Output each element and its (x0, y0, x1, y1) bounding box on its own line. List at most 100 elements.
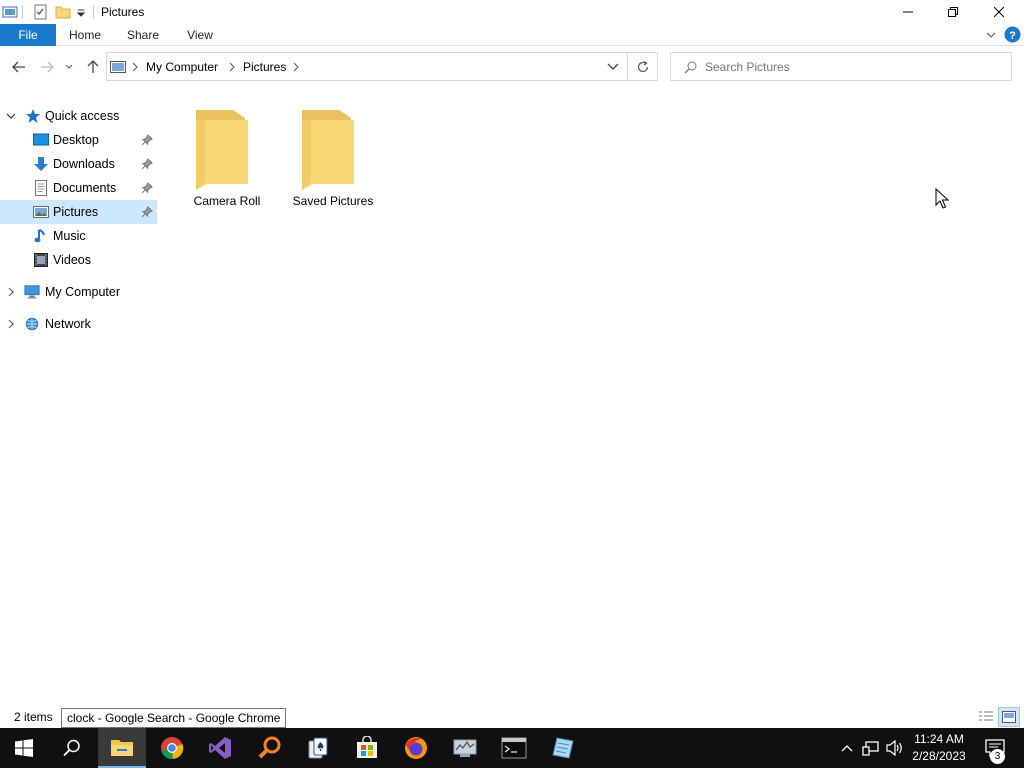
chevron-down-icon (65, 64, 73, 69)
nav-my-computer[interactable]: My Computer (0, 280, 157, 304)
computer-icon (24, 285, 40, 299)
search-icon (63, 739, 80, 757)
window-title: Pictures (101, 5, 145, 19)
minimize-icon (903, 11, 913, 13)
start-button[interactable] (0, 728, 48, 768)
restore-icon (948, 7, 958, 17)
downloads-icon (34, 157, 48, 171)
magnifier-icon (258, 736, 281, 759)
folder-icon (196, 110, 248, 190)
nav-item-label: Documents (53, 181, 117, 195)
recent-locations-button[interactable] (63, 58, 75, 76)
breadcrumb-pictures[interactable]: Pictures (243, 60, 286, 74)
new-folder-icon[interactable] (55, 4, 71, 20)
taskbar-network-monitor[interactable] (441, 728, 489, 768)
taskbar-visual-studio[interactable] (196, 728, 244, 768)
up-button[interactable] (84, 58, 102, 76)
pictures-icon (33, 206, 49, 218)
breadcrumb-separator-icon[interactable] (228, 62, 236, 72)
taskbar-chrome[interactable] (148, 728, 196, 768)
close-button[interactable] (976, 0, 1022, 24)
breadcrumb-separator-icon[interactable] (292, 62, 300, 72)
tray-network-button[interactable] (860, 728, 882, 768)
solitaire-icon (308, 737, 328, 759)
visual-studio-icon (209, 737, 231, 759)
desktop-icon (33, 133, 49, 146)
details-view-icon[interactable] (977, 709, 995, 725)
nav-item-downloads[interactable]: Downloads (0, 152, 157, 176)
restore-button[interactable] (930, 0, 976, 24)
action-center-button[interactable]: 3 (980, 728, 1010, 768)
title-bar: Pictures (0, 0, 1024, 24)
tab-home[interactable]: Home (60, 24, 110, 46)
folder-saved-pictures[interactable]: Saved Pictures (285, 100, 381, 212)
address-history-chevron-icon[interactable] (607, 62, 619, 72)
tab-view[interactable]: View (175, 24, 225, 46)
search-input[interactable] (705, 58, 995, 76)
help-icon[interactable]: ? (1004, 26, 1021, 43)
nav-item-label: Videos (53, 253, 91, 267)
firefox-icon (405, 737, 427, 759)
nav-item-videos[interactable]: Videos (0, 248, 157, 272)
taskbar-search-button[interactable] (48, 728, 96, 768)
breadcrumb-my-computer[interactable]: My Computer (146, 60, 218, 74)
taskbar-solitaire[interactable] (294, 728, 342, 768)
nav-item-label: Music (53, 229, 86, 243)
start-icon (15, 739, 33, 757)
minimize-button[interactable] (885, 0, 931, 24)
large-icons-view-button[interactable] (998, 707, 1020, 727)
svg-text:?: ? (1009, 30, 1016, 42)
window-app-icon[interactable] (2, 4, 18, 20)
notepad-icon (552, 737, 574, 759)
pictures-location-icon (110, 61, 126, 73)
close-icon (994, 7, 1004, 17)
breadcrumb-separator-icon[interactable] (131, 62, 139, 72)
expand-ribbon-icon[interactable] (985, 29, 997, 41)
network-monitor-icon (453, 739, 477, 757)
forward-arrow-icon (41, 61, 54, 73)
nav-item-music[interactable]: Music (0, 224, 157, 248)
chevron-down-icon[interactable] (5, 110, 17, 122)
taskbar-tooltip: clock - Google Search - Google Chrome (61, 708, 287, 728)
taskbar-magnifier[interactable] (246, 728, 294, 768)
nav-quick-access-label: Quick access (45, 109, 120, 123)
search-box[interactable] (670, 52, 1012, 81)
pin-icon[interactable] (141, 158, 153, 170)
pin-icon[interactable] (141, 206, 153, 218)
pin-icon[interactable] (141, 182, 153, 194)
properties-icon[interactable] (33, 4, 49, 20)
tab-share[interactable]: Share (118, 24, 168, 46)
back-arrow-icon (12, 61, 25, 73)
folder-camera-roll[interactable]: Camera Roll (179, 100, 275, 212)
taskbar-clock[interactable]: 11:24 AM 2/28/2023 (904, 731, 974, 765)
taskbar-firefox[interactable] (392, 728, 440, 768)
forward-button[interactable] (38, 58, 56, 76)
mouse-cursor-icon (935, 188, 949, 209)
tray-volume-button[interactable] (884, 728, 906, 768)
folder-label: Camera Roll (193, 194, 261, 208)
network-icon (25, 317, 39, 331)
nav-quick-access[interactable]: Quick access (0, 104, 157, 128)
volume-icon (886, 740, 902, 756)
address-bar[interactable]: My Computer Pictures (106, 52, 658, 81)
show-hidden-icons-button[interactable] (838, 728, 856, 768)
store-icon (357, 736, 377, 758)
chevron-right-icon[interactable] (5, 318, 17, 330)
taskbar-terminal[interactable] (490, 728, 538, 768)
taskbar-notepad[interactable] (539, 728, 587, 768)
nav-item-documents[interactable]: Documents (0, 176, 157, 200)
chevron-right-icon[interactable] (5, 286, 17, 298)
taskbar-store[interactable] (343, 728, 391, 768)
customize-toolbar-chevron-icon[interactable] (76, 4, 86, 20)
navigation-pane: Quick access Desktop Downloads Documents… (0, 96, 157, 696)
folder-icon (302, 110, 354, 190)
pin-icon[interactable] (141, 134, 153, 146)
refresh-icon[interactable] (636, 60, 650, 74)
back-button[interactable] (10, 58, 28, 76)
taskbar-file-explorer[interactable] (98, 728, 146, 768)
nav-network[interactable]: Network (0, 312, 157, 336)
nav-item-pictures[interactable]: Pictures (0, 200, 157, 224)
nav-item-desktop[interactable]: Desktop (0, 128, 157, 152)
tab-file[interactable]: File (0, 24, 56, 46)
videos-icon (34, 253, 48, 267)
